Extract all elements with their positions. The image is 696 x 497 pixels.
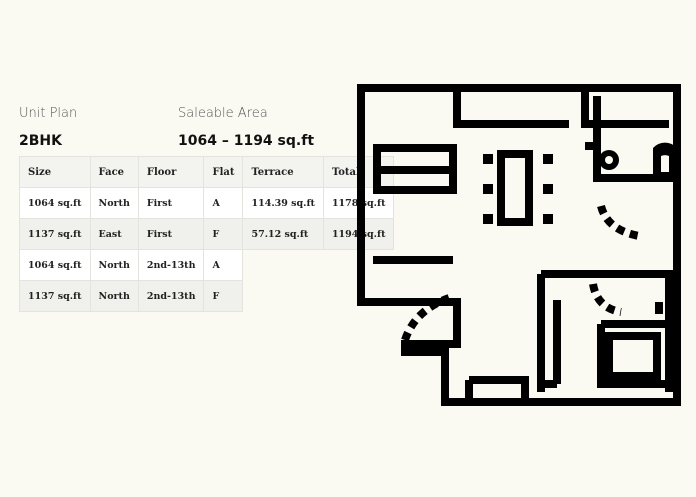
table-header-row: Size Face Floor Flat Terrace Total <box>19 156 395 188</box>
table-row: 1137 sq.ft East First F 57.12 sq.ft 1194… <box>19 218 395 250</box>
column-header-floor: Floor <box>137 156 205 188</box>
column-header-size: Size <box>19 156 91 188</box>
saleable-area-value: 1064 – 1194 sq.ft <box>178 133 315 149</box>
cell-floor: First <box>137 218 205 250</box>
table-row: 1064 sq.ft North First A 114.39 sq.ft 11… <box>19 187 395 219</box>
column-header-face: Face <box>89 156 139 188</box>
cell-size: 1064 sq.ft <box>19 187 91 219</box>
cell-face: East <box>89 218 139 250</box>
cell-floor: First <box>137 187 205 219</box>
cell-flat: F <box>203 218 244 250</box>
floor-plan-icon <box>357 84 681 406</box>
table-row: 1137 sq.ft North 2nd-13th F <box>19 280 394 312</box>
saleable-area-label: Saleable Area <box>178 106 268 121</box>
cell-floor: 2nd-13th <box>137 280 205 312</box>
cell-face: North <box>89 187 139 219</box>
cell-flat: A <box>203 249 244 281</box>
column-header-flat: Flat <box>203 156 244 188</box>
table-row: 1064 sq.ft North 2nd-13th A <box>19 249 394 281</box>
cell-terrace: 57.12 sq.ft <box>242 218 324 250</box>
cell-size: 1064 sq.ft <box>19 249 91 281</box>
cell-flat: A <box>203 187 244 219</box>
cell-size: 1137 sq.ft <box>19 280 91 312</box>
cell-size: 1137 sq.ft <box>19 218 91 250</box>
unit-plan-label: Unit Plan <box>19 106 78 121</box>
cell-flat: F <box>203 280 244 312</box>
cell-floor: 2nd-13th <box>137 249 205 281</box>
cell-face: North <box>89 249 139 281</box>
cell-terrace: 114.39 sq.ft <box>242 187 324 219</box>
unit-plan-value: 2BHK <box>19 133 62 149</box>
column-header-terrace: Terrace <box>242 156 324 188</box>
unit-spec-table: Size Face Floor Flat Terrace Total 1064 … <box>19 156 395 312</box>
cell-face: North <box>89 280 139 312</box>
